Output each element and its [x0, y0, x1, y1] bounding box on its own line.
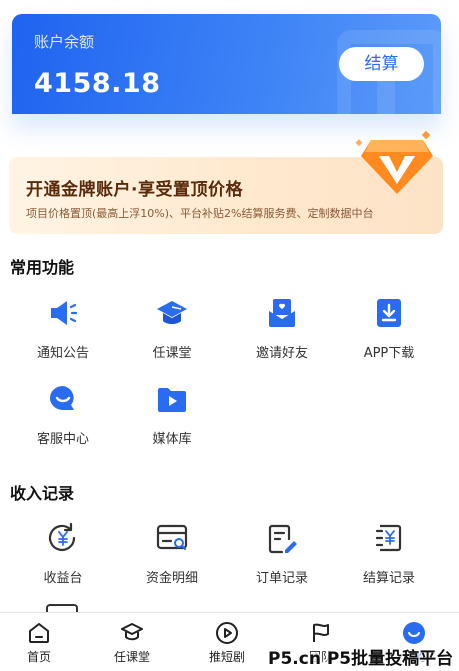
download-icon	[377, 299, 401, 327]
income-title: 收入记录	[10, 484, 75, 503]
balance-label: 账户余额	[34, 33, 95, 51]
yen-document-icon	[375, 524, 402, 552]
balance-card: 账户余额 4158.18 结算	[12, 14, 441, 114]
card-search-icon	[156, 524, 188, 551]
settlement-records-label: 结算记录	[362, 571, 415, 586]
app-download-label: APP下载	[363, 346, 415, 361]
settlement-records-item[interactable]: 结算记录	[339, 521, 439, 586]
gold-v-badge-icon	[355, 130, 433, 194]
functions-title: 常用功能	[10, 258, 75, 277]
megaphone-icon	[51, 301, 78, 325]
earnings-label: 收益台	[43, 571, 83, 586]
nav-course[interactable]: 任课堂	[97, 621, 167, 665]
graduation-cap-icon	[157, 301, 187, 324]
fund-details-item[interactable]: 资金明细	[122, 521, 222, 586]
media-folder-icon	[158, 388, 186, 412]
settle-button[interactable]: 结算	[339, 47, 424, 81]
flag-icon	[313, 623, 329, 642]
order-records-item[interactable]: 订单记录	[232, 521, 332, 586]
invite-item[interactable]: 邀请好友	[232, 296, 332, 361]
nav-home-label: 首页	[26, 650, 51, 664]
support-label: 客服中心	[36, 432, 89, 447]
notice-label: 通知公告	[36, 346, 89, 361]
course-item[interactable]: 任课堂	[122, 296, 222, 361]
nav-drama-label: 推短剧	[208, 650, 245, 664]
yen-refresh-icon	[48, 522, 76, 551]
balance-value: 4158.18	[34, 68, 161, 99]
play-icon	[216, 622, 238, 644]
earnings-item[interactable]: 收益台	[13, 521, 113, 586]
home-icon	[29, 623, 49, 643]
nav-course-label: 任课堂	[113, 650, 150, 664]
order-records-label: 订单记录	[255, 571, 308, 586]
notice-item[interactable]: 通知公告	[13, 296, 113, 361]
chat-bubble-icon	[50, 386, 74, 410]
cap-icon	[121, 623, 143, 641]
invite-label: 邀请好友	[255, 346, 308, 361]
fund-details-label: 资金明细	[145, 571, 198, 586]
app-download-item[interactable]: APP下载	[339, 296, 439, 361]
gold-banner-subtitle: 项目价格置顶(最高上浮10%)、平台补贴2%结算服务费、定制数据中台	[26, 207, 374, 220]
nav-home[interactable]: 首页	[4, 621, 74, 665]
gold-banner-title: 开通金牌账户·享受置顶价格	[26, 180, 243, 200]
media-library-item[interactable]: 媒体库	[122, 382, 222, 447]
media-library-label: 媒体库	[152, 432, 192, 447]
support-item[interactable]: 客服中心	[13, 382, 113, 447]
course-label: 任课堂	[152, 346, 192, 361]
site-watermark: P5.cn P5批量投稿平台	[268, 649, 454, 669]
profile-icon	[403, 622, 425, 644]
nav-drama[interactable]: 推短剧	[192, 621, 262, 665]
invite-envelope-icon	[269, 299, 295, 327]
order-edit-icon	[268, 524, 297, 554]
